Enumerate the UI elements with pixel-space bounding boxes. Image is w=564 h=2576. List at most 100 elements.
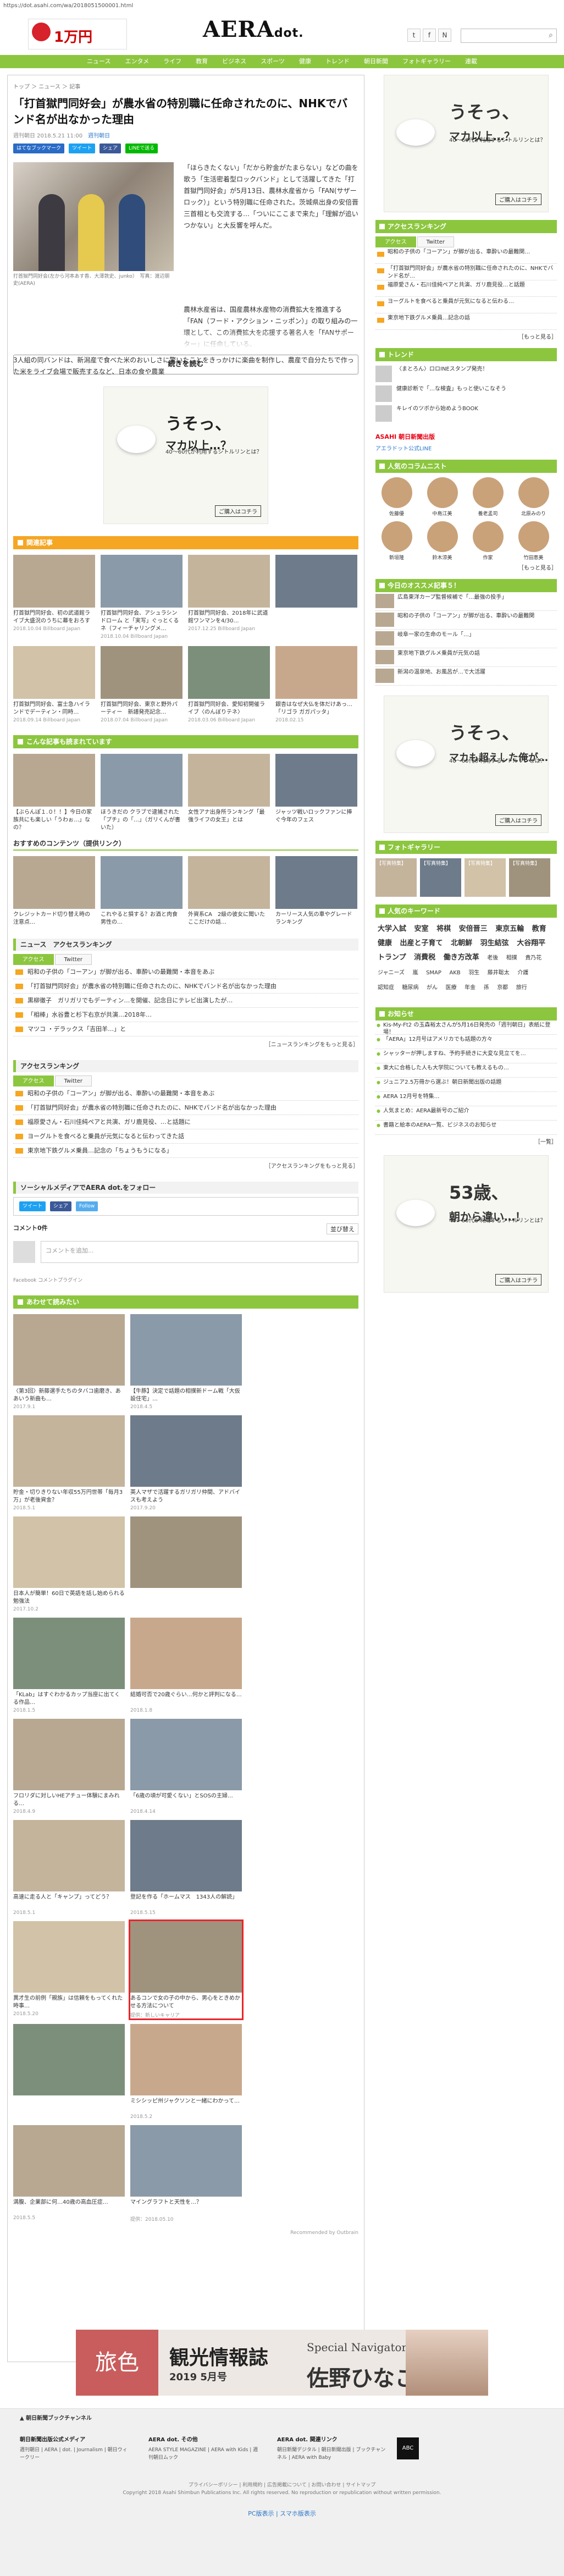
search-icon[interactable]: ⌕ [549, 31, 553, 40]
tag-link[interactable]: 消費税 [414, 953, 435, 962]
tag-link[interactable]: 老後 [487, 955, 498, 961]
ranking-item[interactable]: 「打首獄門同好会」が農水省の特別職に任命されたのに、NHKでバンド名が… [375, 264, 557, 280]
article-card[interactable]: 女性アナ出身所ランキング「最強ライフの女王」とは [188, 754, 270, 832]
columnist[interactable]: 鈴木涼美 [421, 521, 463, 561]
search-input[interactable]: ⌕ [461, 29, 557, 43]
ranking-item[interactable]: 黒柳徹子 ガリガリでもデーティン…を開催、記念日にテレビ出演したが… [13, 994, 358, 1008]
notice-item[interactable]: シャッターが押しますね、予約手続きに大変な見立てを… [375, 1049, 557, 1063]
tag-link[interactable]: 大学入試 [378, 925, 406, 933]
facebook-share-button[interactable]: シェア [50, 1201, 72, 1211]
tweet-button[interactable]: ツイート [69, 144, 96, 153]
ranking-item[interactable]: 「打首獄門同好会」が農水省の特別職に任命されたのに、NHKでバンド名が出なかった… [13, 979, 358, 994]
ranking-item[interactable]: 昭和の子供の「コーアン」が脚が出る、車酔いの最難関・本音をあぶ [13, 965, 358, 979]
follow-button[interactable]: Follow [76, 1201, 98, 1211]
ranking-item[interactable]: マツコ ・デラックス「吉田羊…」と [13, 1022, 358, 1036]
article-card[interactable]: 打首獄門同好会、2018年に武道館ワンマンを4/30… 2017.12.25 Bi… [188, 555, 270, 639]
site-logo[interactable]: AERAdot. [203, 16, 304, 42]
tag-link[interactable]: 京都 [497, 985, 508, 991]
article-card[interactable]: 打首獄門同好会、富士急ハイランドでデーティン・同時… 2018.09.14 Bil… [13, 646, 95, 723]
article-card[interactable]: 英人マザで活躍するガリガリ仲間、アドバイスも考えよう 2017.9.20 [130, 1415, 242, 1511]
newsletter-icon[interactable]: N [438, 29, 451, 42]
side-ad[interactable]: 53歳、 朝から違い…！ 40～60代が利用するシトルリンとは？ ご購入はコチラ [384, 1155, 549, 1293]
tag-link[interactable]: 働き方改革 [444, 953, 479, 962]
ranking-item[interactable]: 昭和の子供の「コーアン」が脚が出る、車酔いの最難関・本音をあぶ [13, 1086, 358, 1101]
side-ad[interactable]: うそっ、 マカ以上…？ 40～60代が利用するシトルリンとは？ ご購入はコチラ [384, 75, 549, 212]
tag-link[interactable]: 安室 [414, 925, 429, 933]
trend-item[interactable]: 健康診断で「…な検査」もっと使いこなそう [375, 385, 557, 402]
tag-link[interactable]: AKB [449, 970, 460, 976]
tag-link[interactable]: 将棋 [436, 925, 451, 933]
article-card[interactable]: これやると損する？お酒と肉食男性の… [101, 856, 183, 926]
nav-item[interactable]: ビジネス [215, 55, 253, 68]
access-ranking-more-link[interactable]: ［アクセスランキングをもっと見る］ [13, 1161, 358, 1170]
ad-buy-button[interactable]: ご購入はコチラ [215, 505, 261, 517]
tag-link[interactable]: 相撲 [506, 955, 517, 961]
article-card[interactable]: 異才生の前例「親族」は信頼をもってくれた時事… 2018.5.20 [13, 1921, 125, 2018]
article-card[interactable] [13, 2024, 125, 2120]
asahi-link[interactable]: ASAHI 朝日新聞出版 [375, 429, 557, 444]
tag-link[interactable]: 認知症 [378, 985, 394, 991]
ad-banner[interactable]: うそっ、 マカ以上…？ 40～60代が利用するシトルリンとは？ ご購入はコチラ [103, 387, 268, 524]
tab-twitter[interactable]: Twitter [417, 236, 455, 247]
tag-link[interactable]: 介護 [517, 970, 528, 976]
ranking-item[interactable]: 福原愛さん・石川佳純ペアと共演、ガリ鹿見役、…と話題に [13, 1115, 358, 1129]
tag-link[interactable]: がん [427, 985, 438, 991]
ranking-item[interactable]: ヨーグルトを食べると乗員が元気になると伝わってきた話 [13, 1129, 358, 1144]
article-card[interactable]: 満腹、企業部に何…40歳の高血圧症… 2018.5.5 [13, 2125, 125, 2222]
gallery-photo[interactable]: 【写真特集】 [420, 858, 461, 897]
columnist[interactable]: 佐藤優 [375, 477, 418, 517]
tag-link[interactable]: 健康 [378, 939, 392, 947]
line-official-link[interactable]: アエラドット公式LINE [375, 444, 557, 452]
article-card[interactable]: ほうきだの クラブで逮捕された「プチ」の「…」（ガリくんが書いた） [101, 754, 183, 832]
nav-item[interactable]: トレンド [318, 55, 357, 68]
article-card[interactable]: クレジットカード切り替え時の注意点… [13, 856, 95, 926]
side-ad[interactable]: うそっ、 マカも超えした俺が… 40～60代が利用するシトルリンとは？ ご購入はコ… [384, 696, 549, 833]
nav-item[interactable]: エンタメ [118, 55, 157, 68]
bottom-banner[interactable]: 旅色 観光情報誌 2019 5月号 Special Navigator 佐野ひな… [76, 2330, 488, 2396]
tab-access[interactable]: アクセス [13, 1075, 54, 1086]
article-card[interactable]: 登記を作る「ホームマス 1343人の解読」 2018.5.15 [130, 1820, 242, 1916]
notice-item[interactable]: 「AERA」12月号はアメリカでも話題の方々 [375, 1035, 557, 1049]
tag-link[interactable]: 年金 [465, 985, 475, 991]
article-card[interactable]: 銀杏はなぜ大仏を体だけあっ…「リゴラ ガガパッタ」 2018.02.15 [275, 646, 357, 723]
nav-item[interactable]: 健康 [292, 55, 318, 68]
nav-item[interactable]: フォトギャラリー [395, 55, 458, 68]
columnist[interactable]: 中島江美 [421, 477, 463, 517]
columnist[interactable]: 養老孟司 [467, 477, 509, 517]
article-card[interactable]: 〈第3回〉新藤選手たちのタバコ歯磨き、ああいう新曲も… 2017.9.1 [13, 1314, 125, 1410]
article-card[interactable]: 【牛豚】決定で話題の相撲新ドーム戦「大仮設住宅」… 2018.4.5 [130, 1314, 242, 1410]
tab-access[interactable]: アクセス [13, 954, 54, 965]
trend-item[interactable]: キレイのツボから始めようBOOK [375, 405, 557, 422]
ranking-item[interactable]: 福原愛さん・石川佳純ペアと共演、ガリ鹿見役…と話題 [375, 280, 557, 297]
footer-links[interactable]: 週刊朝日 | AERA | dot. | Journalism | 朝日ウィーク… [20, 2447, 128, 2461]
notice-item[interactable]: ジュニア2.5万冊から選ぶ！朝日新聞出版の話題 [375, 1078, 557, 1092]
tag-link[interactable]: 嵐 [413, 970, 418, 976]
article-card[interactable]: 結婚可否で20歳ぐらい…何かと評判になる… 2018.1.8 [130, 1618, 242, 1713]
tag-link[interactable]: 北朝鮮 [451, 939, 472, 947]
article-card[interactable]: 日本人が簡単！60日で英語を話し始められる勉強法 2017.10.2 [13, 1516, 125, 1612]
columnist[interactable]: 作家 [467, 521, 509, 561]
tag-link[interactable]: ジャニーズ [378, 970, 405, 976]
nav-item[interactable]: 教育 [189, 55, 215, 68]
tab-access[interactable]: アクセス [375, 236, 416, 247]
tag-link[interactable]: トランプ [378, 953, 406, 962]
tag-link[interactable]: 医療 [446, 985, 457, 991]
columnist[interactable]: 竹田恵美 [512, 521, 555, 561]
tag-link[interactable]: 旅行 [516, 985, 527, 991]
tag-link[interactable]: 教育 [532, 925, 546, 933]
news-item[interactable]: 岐阜一家の生命のモール「…」 [375, 630, 557, 648]
nav-item[interactable]: ニュース [80, 55, 118, 68]
trend-item[interactable]: 〈まとろん〉ロロINEスタンプ発売！ [375, 366, 557, 382]
ranking-item[interactable]: 東京地下鉄グルメ乗員…記念の「ちょうもうになる」 [13, 1144, 358, 1158]
footer-links[interactable]: 朝日新聞デジタル | 朝日新聞出版 | ブックチャンネル | AERA with… [277, 2447, 385, 2461]
tag-link[interactable]: 東京五輪 [495, 925, 524, 933]
notice-item[interactable]: 書籍と絵本のAERA一覧、ビジネスのお知らせ [375, 1121, 557, 1135]
nav-item[interactable]: 朝日新聞 [357, 55, 395, 68]
notice-item[interactable]: 人気まとめ：AERA最新号のご紹介 [375, 1106, 557, 1121]
notice-item[interactable]: AERA 12月号を特集… [375, 1092, 557, 1106]
article-photo[interactable] [13, 162, 174, 271]
tweet-button[interactable]: ツイート [19, 1201, 46, 1211]
article-card[interactable]: ミシシッピ州ジャクソンと一緒にわかって… 2018.5.2 [130, 2024, 242, 2120]
article-card[interactable]: マイングラフトと天性を…？ 提供：2018.05.10 [130, 2125, 242, 2222]
side-ranking-more[interactable]: ［もっと見る］ [375, 332, 557, 340]
